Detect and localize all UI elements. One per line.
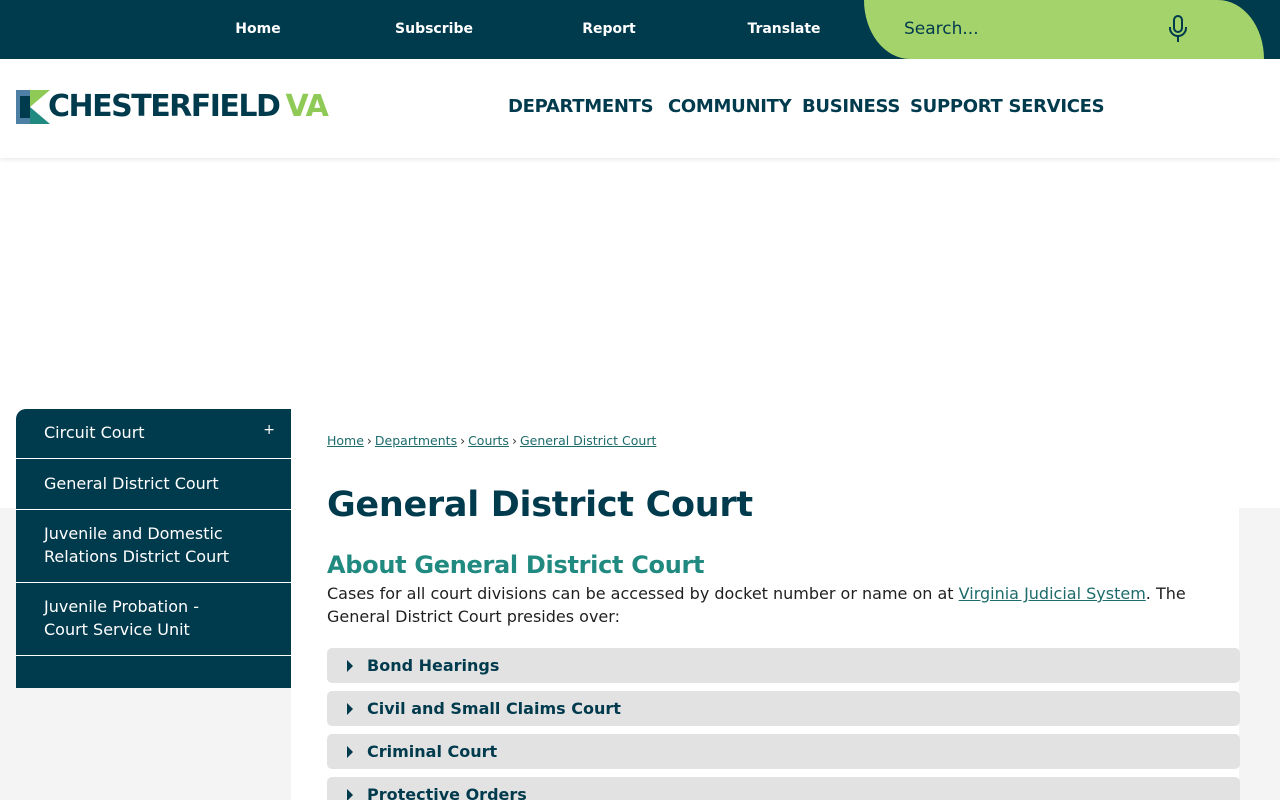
breadcrumb-home[interactable]: Home [327,433,364,448]
sidebar-item-juvenile-probation[interactable]: Juvenile Probation - Court Service Unit [16,583,291,656]
breadcrumb-courts[interactable]: Courts [468,433,509,448]
nav-support-services[interactable]: SUPPORT SERVICES [910,96,1105,117]
breadcrumb-departments[interactable]: Departments [375,433,457,448]
utility-link-subscribe[interactable]: Subscribe [395,0,473,59]
breadcrumb: Home › Departments › Courts › General District… [327,433,656,448]
breadcrumb-separator: › [460,433,466,448]
utility-bar: Home Subscribe Report Translate [0,0,1280,59]
virginia-judicial-system-link[interactable]: Virginia Judicial System [959,584,1146,603]
sidebar-item-circuit-court[interactable]: Circuit Court + [16,409,291,459]
search-input[interactable] [904,14,1144,44]
site-header: CHESTERFIELD VA DEPARTMENTS COMMUNITY BU… [0,59,1280,158]
sidebar-item-label: Juvenile Probation - Court Service Unit [44,597,199,639]
logo-text: CHESTERFIELD [48,89,281,124]
page-title: General District Court [327,485,753,525]
breadcrumb-general-district-court[interactable]: General District Court [520,433,656,448]
breadcrumb-separator: › [511,433,517,448]
accordion-label: Criminal Court [367,742,498,761]
nav-business[interactable]: BUSINESS [802,96,900,117]
sidebar-item-juvenile-domestic-relations[interactable]: Juvenile and Domestic Relations District… [16,510,291,583]
intro-paragraph: Cases for all court divisions can be acc… [327,582,1227,628]
sidebar-nav: Circuit Court + General District Court J… [16,409,291,688]
microphone-icon[interactable] [1166,14,1190,44]
accordion-label: Protective Orders [367,785,527,800]
chesterfield-logo[interactable]: CHESTERFIELD VA [16,89,329,125]
utility-link-translate[interactable]: Translate [747,0,820,59]
sidebar-item-label: Juvenile and Domestic Relations District… [44,524,230,566]
caret-right-icon [347,789,353,800]
utility-link-home[interactable]: Home [235,0,280,59]
nav-community[interactable]: COMMUNITY [668,96,792,117]
accordion-civil-small-claims[interactable]: Civil and Small Claims Court [327,691,1240,726]
expand-plus-icon[interactable]: + [263,421,275,439]
accordion-criminal-court[interactable]: Criminal Court [327,734,1240,769]
accordion-protective-orders[interactable]: Protective Orders [327,777,1240,800]
sidebar-item-label: Circuit Court [44,423,145,442]
logo-suffix: VA [285,89,328,124]
section-title: About General District Court [327,551,705,579]
logo-mark-icon [16,90,50,124]
sidebar-item-label: General District Court [44,474,219,493]
caret-right-icon [347,703,353,715]
accordion-bond-hearings[interactable]: Bond Hearings [327,648,1240,683]
utility-link-report[interactable]: Report [582,0,636,59]
search-box [864,0,1264,59]
caret-right-icon [347,660,353,672]
caret-right-icon [347,746,353,758]
nav-departments[interactable]: DEPARTMENTS [508,96,654,117]
accordion-label: Civil and Small Claims Court [367,699,621,718]
intro-text: Cases for all court divisions can be acc… [327,584,959,603]
accordion-label: Bond Hearings [367,656,500,675]
sidebar-item-general-district-court[interactable]: General District Court [16,459,291,510]
breadcrumb-separator: › [366,433,372,448]
